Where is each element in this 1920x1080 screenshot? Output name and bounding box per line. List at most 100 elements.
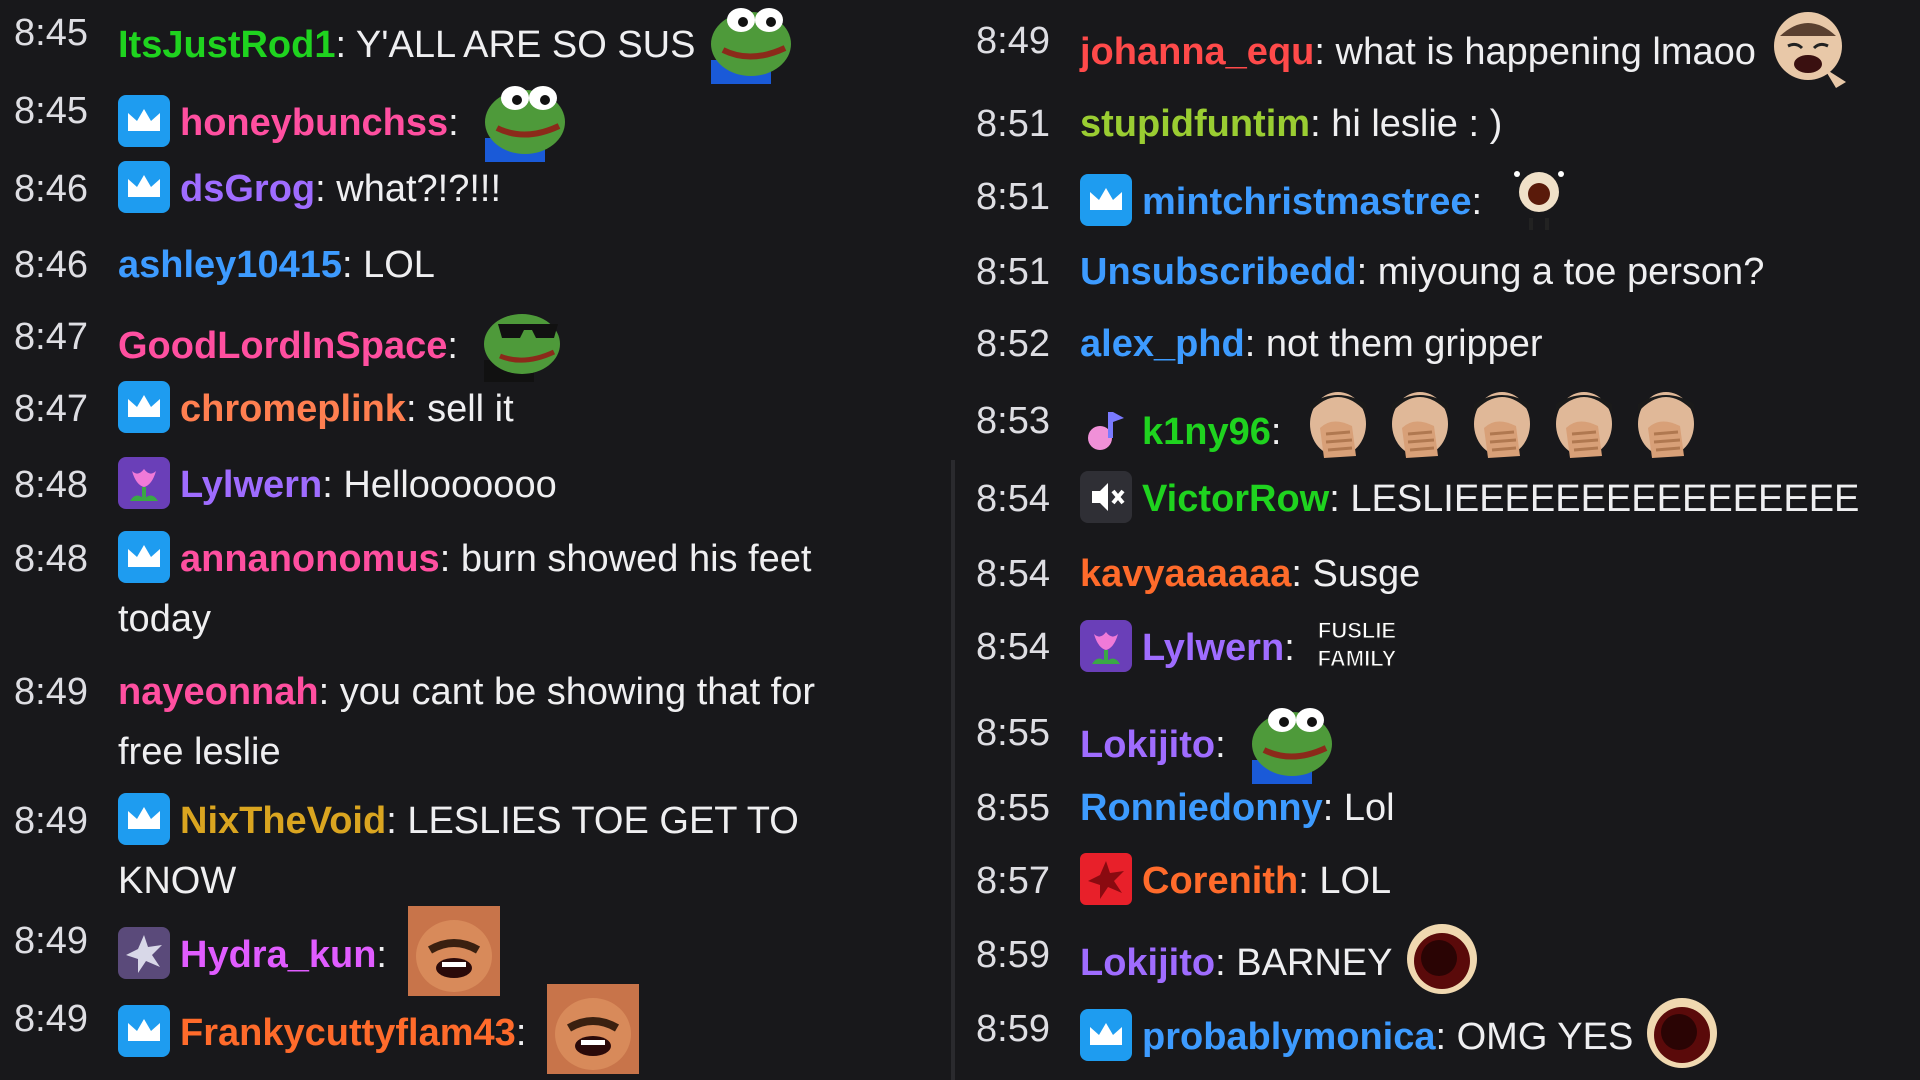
chat-message: 8:48 Lylwern: Hellooooooo <box>14 456 914 536</box>
chat-message: 8:59 probablymonica: OMG YES <box>976 998 1876 1080</box>
message-text-continued: KNOW <box>118 860 237 902</box>
username[interactable]: probablymonica <box>1142 1016 1436 1058</box>
music-note-badge-icon[interactable] <box>1080 404 1132 456</box>
crown-badge-icon[interactable] <box>118 792 170 845</box>
tulip-badge-icon[interactable] <box>1080 620 1132 672</box>
crown-badge-icon[interactable] <box>118 1005 170 1057</box>
username[interactable]: NixTheVoid <box>180 800 386 842</box>
laughing-man-icon[interactable] <box>1766 6 1850 90</box>
username[interactable]: honeybunchss <box>180 102 448 144</box>
username[interactable]: mintchristmastree <box>1142 181 1471 223</box>
pepe-frog-icon[interactable] <box>479 76 571 162</box>
crown-badge-icon[interactable] <box>1080 1009 1132 1061</box>
username[interactable]: johanna_equ <box>1080 31 1314 73</box>
message-body: VictorRow: LESLIEEEEEEEEEEEEEEEE <box>1080 470 1859 528</box>
singing-icon[interactable] <box>1503 162 1575 234</box>
username[interactable]: alex_phd <box>1080 323 1245 365</box>
username[interactable]: ashley10415 <box>118 244 342 286</box>
facepalm-icon[interactable] <box>1302 386 1374 470</box>
message-body: stupidfuntim: hi leslie : ) <box>1080 95 1502 153</box>
message-body: GoodLordInSpace: <box>118 308 564 388</box>
message-text: BARNEY <box>1236 942 1393 985</box>
pepe-frog-icon[interactable] <box>705 0 797 84</box>
username-separator: : <box>1322 787 1344 829</box>
laughing-face-icon[interactable] <box>407 906 500 996</box>
facepalm-icon[interactable] <box>1384 386 1456 470</box>
message-text: OMG YES <box>1456 1016 1634 1059</box>
username[interactable]: GoodLordInSpace <box>118 325 447 367</box>
message-body: ashley10415: LOL <box>118 236 435 294</box>
laughing-face-icon[interactable] <box>546 984 639 1074</box>
chat-message: 8:51 mintchristmastree: <box>976 168 1876 248</box>
username-separator: : <box>376 934 398 977</box>
message-text: miyoung a toe person? <box>1377 251 1765 293</box>
username-separator: : <box>1291 553 1313 595</box>
username[interactable]: Unsubscribedd <box>1080 251 1357 293</box>
username-separator: : <box>1314 31 1336 74</box>
username[interactable]: nayeonnah <box>118 671 319 713</box>
message-timestamp: 8:47 <box>14 316 88 358</box>
message-timestamp: 8:49 <box>14 800 88 842</box>
message-timestamp: 8:53 <box>976 400 1050 442</box>
barney-icon[interactable] <box>1643 994 1721 1072</box>
username[interactable]: VictorRow <box>1142 478 1329 520</box>
message-body: k1ny96: <box>1080 392 1702 476</box>
username[interactable]: dsGrog <box>180 168 315 210</box>
crown-badge-icon[interactable] <box>118 530 170 583</box>
facepalm-icon[interactable] <box>1466 386 1538 470</box>
message-text-continued: free leslie <box>118 731 281 773</box>
username[interactable]: chromeplink <box>180 388 406 430</box>
fuslie-family-icon[interactable]: FUSLIE FAMILY <box>1315 612 1399 676</box>
crown-badge-icon[interactable] <box>1080 174 1132 226</box>
message-body: Hydra_kun: <box>118 906 500 1002</box>
username-separator: : <box>1284 627 1306 670</box>
message-body: Lokijito: <box>1080 704 1338 790</box>
username[interactable]: k1ny96 <box>1142 411 1271 453</box>
username[interactable]: Lokijito <box>1080 942 1215 984</box>
username[interactable]: Corenith <box>1142 860 1298 902</box>
facepalm-icon[interactable] <box>1548 386 1620 470</box>
username[interactable]: Frankycuttyflam43 <box>180 1012 516 1054</box>
crown-badge-icon[interactable] <box>118 160 170 213</box>
username-separator: : <box>318 671 340 713</box>
username-separator: : <box>1310 103 1332 145</box>
red-star-badge-icon[interactable] <box>1080 852 1132 905</box>
message-body: Unsubscribedd: miyoung a toe person? <box>1080 243 1764 301</box>
star-badge-icon[interactable] <box>118 927 170 979</box>
message-timestamp: 8:45 <box>14 90 88 132</box>
crown-badge-icon[interactable] <box>118 95 170 147</box>
username-separator: : <box>335 24 356 67</box>
tulip-badge-icon[interactable] <box>118 456 170 509</box>
message-text: Hellooooooo <box>343 464 557 506</box>
username-separator: : <box>1471 181 1493 224</box>
chat-message: 8:54 Lylwern: FUSLIE FAMILY <box>976 618 1876 698</box>
username[interactable]: ItsJustRod1 <box>118 24 335 66</box>
facepalm-icon[interactable] <box>1630 386 1702 470</box>
username[interactable]: Lokijito <box>1080 724 1215 766</box>
username[interactable]: Hydra_kun <box>180 934 376 976</box>
chat-message: 8:48 annanonomus: burn showed his feet tod… <box>14 530 914 650</box>
message-timestamp: 8:48 <box>14 538 88 580</box>
message-timestamp: 8:55 <box>976 787 1050 829</box>
username-separator: : <box>322 464 344 506</box>
chat-message: 8:55 Lokijito: <box>976 704 1876 784</box>
message-text: not them gripper <box>1265 323 1543 365</box>
pepe-frog-icon[interactable] <box>1246 698 1338 784</box>
mute-badge-icon[interactable] <box>1080 470 1132 523</box>
username[interactable]: annanonomus <box>180 538 440 580</box>
message-text: LOL <box>363 244 435 286</box>
username-separator: : <box>315 168 337 210</box>
chat-message: 8:55 Ronniedonny: Lol <box>976 779 1876 859</box>
username[interactable]: kavyaaaaaa <box>1080 553 1291 595</box>
username[interactable]: Ronniedonny <box>1080 787 1323 829</box>
message-body: Lokijito: BARNEY <box>1080 924 1481 1004</box>
chat-message: 8:49 NixTheVoid: LESLIES TOE GET TO KNOW <box>14 792 914 912</box>
username[interactable]: Lylwern <box>180 464 322 506</box>
message-timestamp: 8:49 <box>976 20 1050 62</box>
username[interactable]: stupidfuntim <box>1080 103 1310 145</box>
crown-badge-icon[interactable] <box>118 380 170 433</box>
pepe-sunglasses-icon[interactable] <box>478 302 564 382</box>
username[interactable]: Lylwern <box>1142 627 1284 669</box>
barney-icon[interactable] <box>1403 920 1481 998</box>
message-text: what is happening lmaoo <box>1335 31 1756 74</box>
